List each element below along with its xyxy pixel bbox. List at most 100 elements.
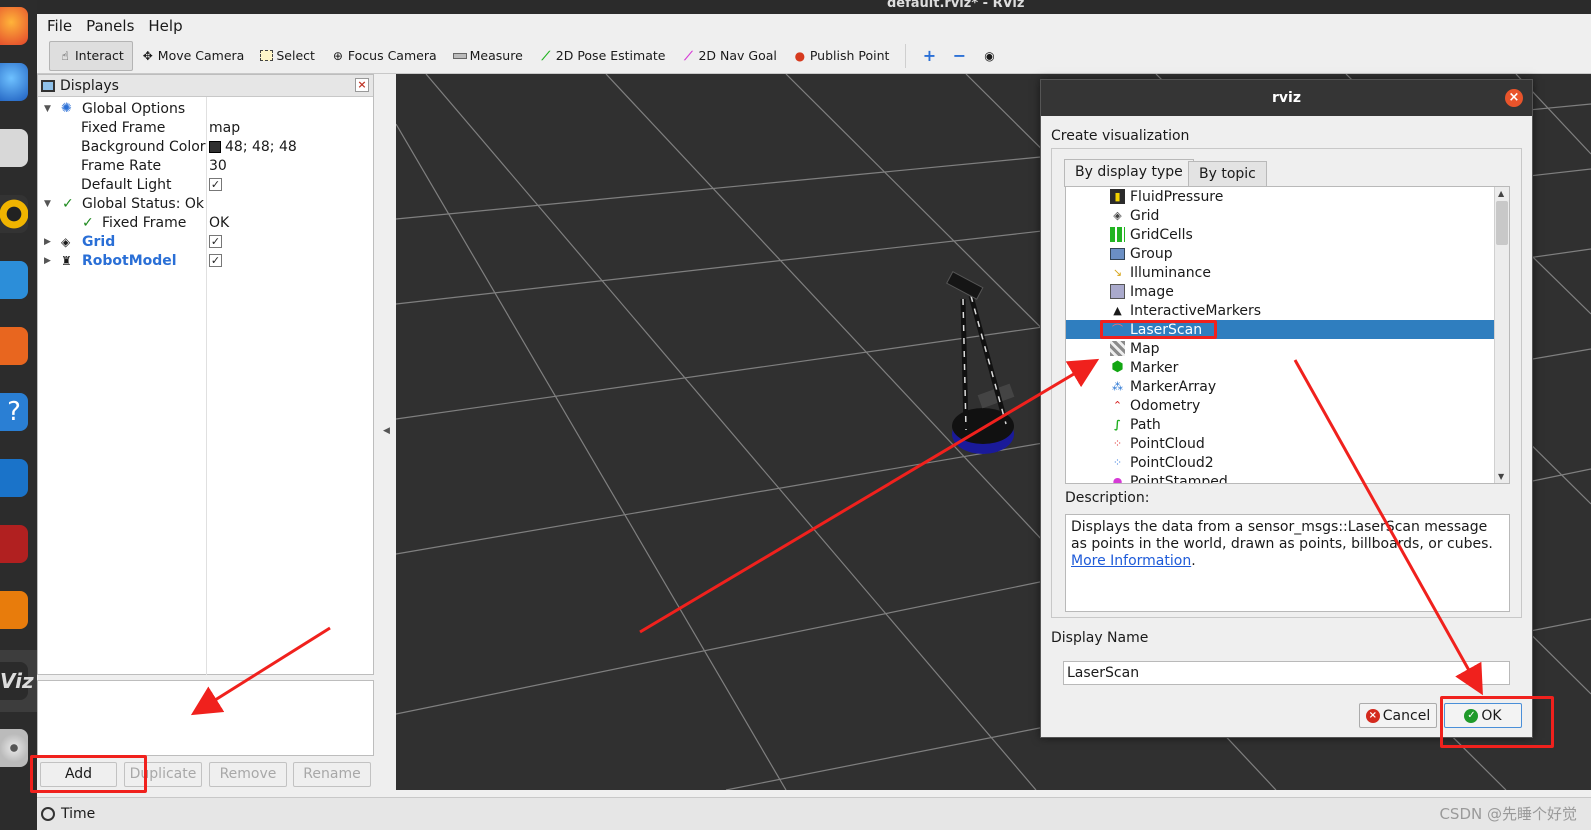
tool-label: Publish Point [809, 48, 890, 63]
tree-label: RobotModel [82, 252, 177, 269]
cancel-button[interactable]: × Cancel [1359, 703, 1437, 728]
rviz-icon[interactable]: Viz [0, 650, 37, 712]
menu-panels[interactable]: Panels [86, 17, 134, 35]
path-icon: ∫ [1114, 418, 1121, 431]
plus-icon: + [922, 45, 937, 65]
eye-icon: ◉ [984, 48, 995, 63]
tree-label: Global Options [82, 100, 186, 117]
annotation-box-laserscan [1100, 320, 1217, 339]
add-tool-button[interactable]: + [914, 41, 944, 71]
checkbox[interactable]: ✓ [209, 178, 222, 191]
list-item-illuminance[interactable]: ↘ Illuminance [1066, 263, 1494, 282]
description-text-box: Displays the data from a sensor_msgs::La… [1065, 514, 1510, 612]
time-panel: Time [37, 797, 1591, 830]
tree-row-robot-model[interactable]: ▶ ♜ RobotModel ✓ [38, 251, 373, 270]
list-item-fluidpressure[interactable]: ▮ FluidPressure [1066, 187, 1494, 206]
tool-label: 2D Nav Goal [698, 48, 777, 63]
tree-value[interactable]: 30 [209, 158, 227, 174]
tool-2d-pose-estimate[interactable]: ⟋ 2D Pose Estimate [531, 41, 674, 71]
list-item-marker[interactable]: ⬢ Marker [1066, 358, 1494, 377]
panel-splitter[interactable]: ◀ [377, 74, 395, 790]
scrollbar-thumb[interactable] [1496, 201, 1508, 245]
close-icon[interactable]: × [355, 78, 369, 92]
collapse-icon[interactable]: ◀ [383, 426, 390, 436]
dialog-title: rviz [1272, 90, 1301, 106]
list-item-gridcells[interactable]: GridCells [1066, 225, 1494, 244]
tree-row-fixed-frame[interactable]: Fixed Frame map [38, 118, 373, 137]
scroll-up-icon[interactable]: ▲ [1498, 189, 1504, 198]
chevron-right-icon[interactable]: ▶ [44, 256, 51, 266]
list-item-interactivemarkers[interactable]: ▲ InteractiveMarkers [1066, 301, 1494, 320]
firefox-icon[interactable] [0, 0, 37, 52]
green-arrow-icon: ⟋ [541, 48, 550, 63]
description-label: Description: [1065, 490, 1150, 506]
list-item-group[interactable]: Group [1066, 244, 1494, 263]
tool-2d-nav-goal[interactable]: ⟋ 2D Nav Goal [673, 41, 784, 71]
tool-publish-point[interactable]: ● Publish Point [785, 41, 898, 71]
list-item-pointcloud2[interactable]: ⁘ PointCloud2 [1066, 453, 1494, 472]
tree-row-background-color[interactable]: Background Color 48; 48; 48 [38, 137, 373, 156]
chevron-down-icon[interactable]: ▼ [44, 199, 51, 209]
watermark-text: CSDN @先睡个好觉 [1439, 805, 1577, 823]
tool-move-camera[interactable]: ✥ Move Camera [133, 41, 253, 71]
display-name-input[interactable]: LaserScan [1063, 661, 1510, 685]
rename-button[interactable]: Rename [293, 762, 371, 787]
menu-help[interactable]: Help [148, 17, 182, 35]
remove-button[interactable]: Remove [209, 762, 287, 787]
tool-label: Focus Camera [347, 48, 437, 63]
tree-label: Fixed Frame [102, 214, 187, 231]
tree-value[interactable]: 48; 48; 48 [209, 139, 297, 155]
tree-value[interactable]: map [209, 120, 240, 136]
tool-focus-camera[interactable]: ⊕ Focus Camera [323, 41, 445, 71]
list-item-markerarray[interactable]: ⁂ MarkerArray [1066, 377, 1494, 396]
list-item-map[interactable]: Map [1066, 339, 1494, 358]
view-menu-button[interactable]: ◉ [974, 41, 1004, 71]
tree-row-fixed-frame-status[interactable]: ✓ Fixed Frame OK [38, 213, 373, 232]
list-item-odometry[interactable]: ⌃ Odometry [1066, 396, 1494, 415]
time-label: Time [61, 806, 96, 822]
terminal-icon[interactable] [0, 518, 37, 570]
tree-row-grid[interactable]: ▶ ◈ Grid ✓ [38, 232, 373, 251]
map-pin-icon: ● [794, 48, 806, 63]
vscode-icon[interactable] [0, 452, 37, 504]
chevron-down-icon[interactable]: ▼ [44, 104, 51, 114]
checkbox[interactable]: ✓ [209, 254, 222, 267]
remove-tool-button[interactable]: − [944, 41, 974, 71]
point-cloud2-icon: ⁘ [1112, 456, 1123, 469]
tool-select[interactable]: Select [252, 41, 323, 71]
files-icon[interactable] [0, 122, 37, 174]
vlc-icon[interactable] [0, 584, 37, 636]
checkbox[interactable]: ✓ [209, 235, 222, 248]
chevron-right-icon[interactable]: ▶ [44, 237, 51, 247]
list-item-grid[interactable]: ◈ Grid [1066, 206, 1494, 225]
list-item-pointstamped[interactable]: ● PointStamped [1066, 472, 1494, 484]
create-visualization-label: Create visualization [1051, 128, 1190, 144]
help-icon[interactable]: ? [0, 386, 37, 438]
tree-row-global-options[interactable]: ▼ ✺ Global Options [38, 99, 373, 118]
tree-row-global-status[interactable]: ▼ ✓ Global Status: Ok [38, 194, 373, 213]
tree-row-frame-rate[interactable]: Frame Rate 30 [38, 156, 373, 175]
rhythmbox-icon[interactable] [0, 188, 37, 240]
thunderbird-icon[interactable] [0, 56, 37, 108]
close-icon[interactable]: × [1505, 89, 1523, 107]
tree-label: Global Status: Ok [82, 195, 205, 212]
list-scrollbar[interactable]: ▲ ▼ [1494, 187, 1509, 483]
more-information-link[interactable]: More Information [1071, 553, 1191, 569]
tree-row-default-light[interactable]: Default Light ✓ [38, 175, 373, 194]
list-item-path[interactable]: ∫ Path [1066, 415, 1494, 434]
robot-model-render [946, 271, 1015, 454]
grid-cells-icon [1110, 227, 1125, 242]
displays-panel: Displays × ▼ ✺ Global Options Fixed Fram… [37, 74, 374, 675]
writer-icon[interactable] [0, 254, 37, 306]
list-item-image[interactable]: Image [1066, 282, 1494, 301]
tab-by-topic[interactable]: By topic [1188, 161, 1267, 187]
menu-file[interactable]: File [47, 17, 72, 35]
tool-measure[interactable]: Measure [445, 41, 531, 71]
cancel-label: Cancel [1382, 707, 1431, 724]
tab-by-display-type[interactable]: By display type [1064, 159, 1194, 187]
select-icon [260, 50, 274, 61]
software-center-icon[interactable] [0, 320, 37, 372]
list-item-pointcloud[interactable]: ⁘ PointCloud [1066, 434, 1494, 453]
tool-interact[interactable]: ☝ Interact [49, 40, 133, 71]
scroll-down-icon[interactable]: ▼ [1498, 472, 1504, 481]
